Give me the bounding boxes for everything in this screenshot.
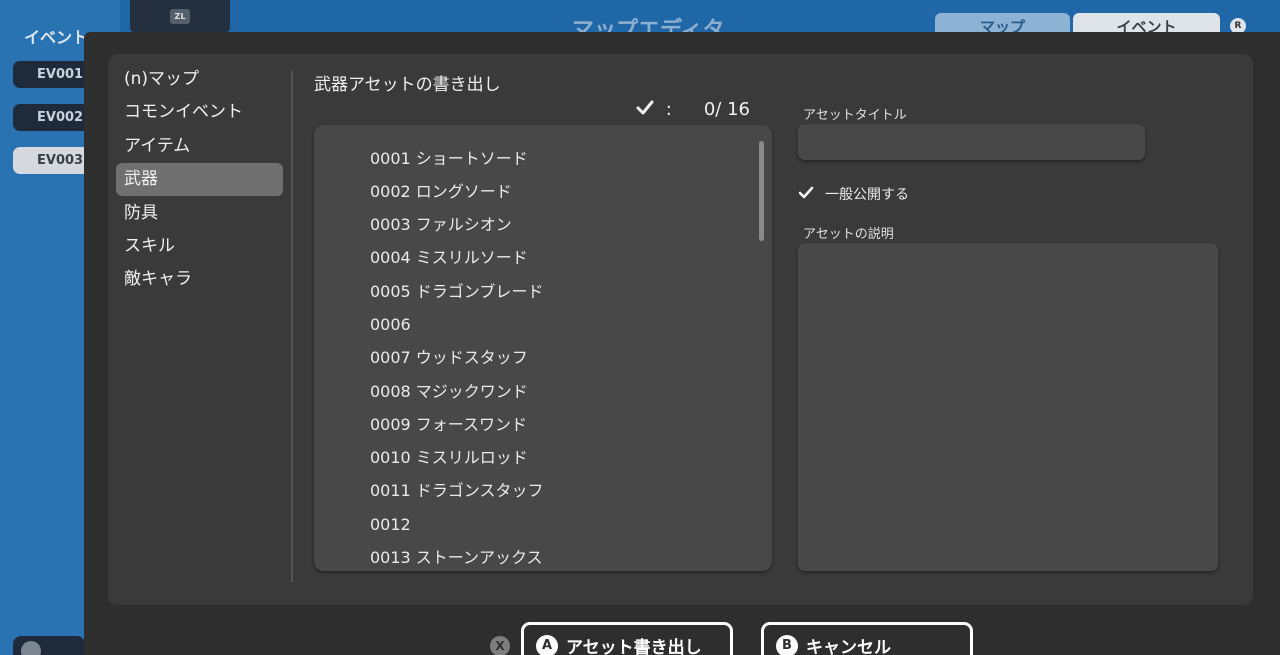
cancel-button[interactable]: B キャンセル [761, 622, 973, 655]
public-checkbox-label[interactable]: 一般公開する [825, 184, 909, 204]
category-common-event[interactable]: コモンイベント [116, 96, 283, 129]
checkmark-icon [636, 100, 654, 115]
list-item[interactable]: 0010 ミスリルロッド [370, 441, 528, 474]
category-divider [291, 71, 293, 582]
list-scrollbar[interactable] [759, 141, 764, 241]
cancel-label: キャンセル [806, 637, 891, 655]
selected-counter-label: : [636, 99, 672, 120]
public-checkbox[interactable] [798, 185, 814, 201]
background-event-item[interactable]: EV001 [13, 61, 93, 88]
list-item[interactable]: 0002 ロングソード [370, 175, 512, 208]
background-event-item[interactable]: EV002 [13, 104, 93, 131]
list-item[interactable]: 0009 フォースワンド [370, 408, 527, 441]
list-item[interactable]: 0013 ストーンアックス [370, 541, 543, 571]
category-weapon[interactable]: 武器 [116, 163, 283, 196]
category-item[interactable]: アイテム [116, 130, 283, 163]
category-skill[interactable]: スキル [116, 230, 283, 263]
b-button-icon: B [776, 635, 798, 655]
category-armor[interactable]: 防具 [116, 197, 283, 230]
list-item[interactable]: 0012 [370, 508, 411, 541]
zl-button-icon: ZL [170, 9, 190, 24]
list-item[interactable]: 0008 マジックワンド [370, 375, 528, 408]
asset-description-label: アセットの説明 [803, 227, 894, 242]
list-item[interactable]: 0003 ファルシオン [370, 208, 512, 241]
weapon-list[interactable]: 0001 ショートソード 0002 ロングソード 0003 ファルシオン 000… [314, 125, 772, 571]
section-title: 武器アセットの書き出し [314, 75, 501, 95]
list-item[interactable]: 0004 ミスリルソード [370, 241, 528, 274]
asset-title-label: アセットタイトル [803, 108, 907, 123]
a-button-icon: A [536, 635, 558, 655]
x-button-icon: X [490, 636, 510, 655]
export-asset-label: アセット書き出し [566, 637, 702, 655]
list-item[interactable]: 0006 [370, 308, 411, 341]
list-item[interactable]: 0007 ウッドスタッフ [370, 341, 528, 374]
list-item[interactable]: 0011 ドラゴンスタッフ [370, 474, 544, 507]
zl-shoulder-tab: ZL [130, 0, 230, 32]
background-sidebar-title: イベント [24, 28, 89, 47]
export-asset-button[interactable]: A アセット書き出し [521, 622, 733, 655]
category-enemy[interactable]: 敵キャラ [116, 263, 283, 296]
list-item[interactable]: 0005 ドラゴンブレード [370, 275, 543, 308]
category-map[interactable]: (n)マップ [116, 63, 283, 96]
asset-description-input[interactable] [798, 243, 1218, 571]
list-item[interactable]: 0001 ショートソード [370, 142, 528, 175]
counter-separator: : [665, 99, 672, 120]
background-event-item-selected[interactable]: EV003 [13, 147, 93, 174]
minus-button-icon [21, 641, 41, 655]
background-bottom-button[interactable] [13, 636, 85, 655]
selected-counter-value: 0/ 16 [703, 99, 750, 120]
asset-title-input[interactable] [798, 124, 1145, 160]
